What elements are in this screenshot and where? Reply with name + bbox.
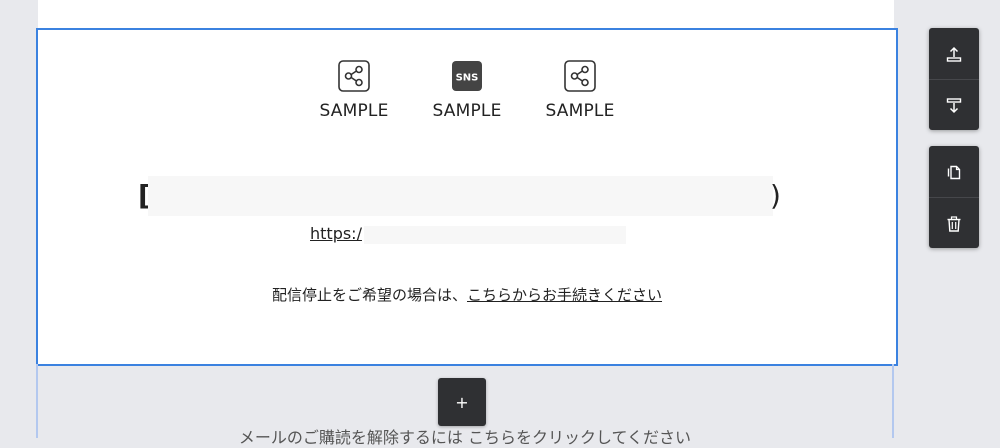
move-down-button[interactable] (929, 79, 979, 131)
redacted-url (364, 226, 626, 244)
share-icon (564, 60, 596, 92)
delete-button[interactable] (929, 197, 979, 249)
add-block-button[interactable]: + (438, 378, 486, 426)
bracket-close: ) (770, 179, 781, 212)
social-link-label: SAMPLE (432, 101, 502, 121)
social-link-1[interactable]: SAMPLE (316, 60, 393, 121)
move-up-button[interactable] (929, 28, 979, 79)
company-url-link[interactable]: https:/ (310, 224, 362, 243)
redacted-company-name (148, 176, 773, 216)
social-link-label: SAMPLE (545, 101, 615, 121)
unsubscribe-text: 配信停止をご希望の場合は、 (271, 286, 467, 304)
selected-footer-block[interactable]: SAMPLE SNS SAMPLE SAMPLE [ ) https:/ 配信停… (36, 28, 898, 366)
unsubscribe-line: 配信停止をご希望の場合は、こちらからお手続きください (38, 284, 896, 305)
move-down-icon (946, 97, 962, 113)
social-links-row: SAMPLE SNS SAMPLE SAMPLE (38, 60, 896, 121)
social-link-2[interactable]: SNS SAMPLE (429, 60, 506, 121)
company-name-line: [ ) (138, 176, 781, 216)
social-link-3[interactable]: SAMPLE (542, 60, 619, 121)
sns-icon-text: SNS (456, 73, 479, 84)
social-link-label: SAMPLE (319, 101, 389, 121)
duplicate-button[interactable] (929, 146, 979, 197)
lower-unsubscribe-text: メールのご購読を解除するには こちらをクリックしてください (238, 428, 692, 447)
unsubscribe-link[interactable]: こちらからお手続きください (467, 286, 662, 304)
copy-icon (947, 165, 961, 179)
trash-icon (947, 215, 961, 232)
block-action-toolbar (929, 146, 979, 248)
sns-icon: SNS (452, 61, 482, 91)
block-move-toolbar (929, 28, 979, 130)
share-icon (338, 60, 370, 92)
previous-block (38, 0, 894, 28)
move-up-icon (946, 46, 962, 62)
